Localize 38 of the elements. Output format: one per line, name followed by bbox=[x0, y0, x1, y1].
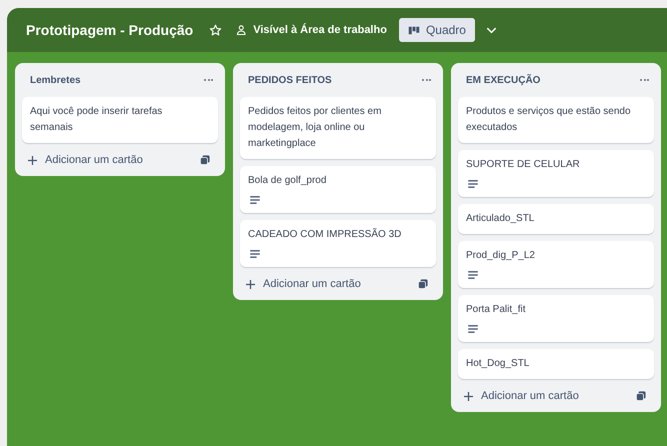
card[interactable]: Porta Palit_fit bbox=[458, 295, 654, 342]
card[interactable]: Aqui você pode inserir tarefas semanais bbox=[22, 97, 218, 143]
card-title: Porta Palit_fit bbox=[466, 303, 526, 317]
card[interactable]: Pedidos feitos por clientes em modelagem, loja online ou marketingplace bbox=[240, 97, 436, 159]
plus-icon bbox=[246, 280, 255, 288]
card[interactable]: SUPORTE DE CELULAR bbox=[458, 150, 654, 197]
card[interactable]: Hot_Dog_STL bbox=[458, 349, 654, 379]
card-title: Prod_dig_P_L2 bbox=[466, 249, 536, 263]
card-title: Aqui você pode inserir tarefas semanais bbox=[30, 105, 164, 135]
template-icon[interactable] bbox=[418, 279, 428, 289]
list-title[interactable]: PEDIDOS FEITOS bbox=[248, 74, 332, 86]
card-title: SUPORTE DE CELULAR bbox=[466, 158, 581, 172]
add-card-button[interactable]: Adicionar um cartão bbox=[464, 388, 579, 404]
list-title[interactable]: EM EXECUÇÃO bbox=[466, 74, 540, 86]
card-title: Hot_Dog_STL bbox=[466, 357, 530, 371]
board-view-button[interactable]: Quadro bbox=[398, 18, 475, 42]
card-title: Produtos e serviços que estão sendo executados bbox=[466, 105, 632, 135]
list-title[interactable]: Lembretes bbox=[30, 74, 81, 86]
template-icon[interactable] bbox=[200, 155, 210, 165]
visibility-button[interactable]: Visível à Área de trabalho bbox=[236, 24, 387, 36]
card[interactable]: Produtos e serviços que estão sendo executados bbox=[458, 97, 654, 143]
template-icon[interactable] bbox=[636, 391, 646, 401]
add-card-button[interactable]: Adicionar um cartão bbox=[28, 152, 143, 168]
card-title: Articulado_STL bbox=[466, 212, 536, 226]
card-title: CADEADO COM IMPRESSÃO 3D bbox=[248, 227, 402, 242]
card[interactable]: Prod_dig_P_L2 bbox=[458, 241, 654, 288]
card-title: Pedidos feitos por clientes em modelagem, loja online ou marketingplace bbox=[248, 105, 382, 151]
plus-icon bbox=[28, 156, 37, 164]
card[interactable]: CADEADO COM IMPRESSÃO 3D bbox=[240, 220, 436, 267]
plus-icon bbox=[464, 392, 473, 400]
card-title: Bola de golf_prod bbox=[248, 174, 328, 188]
card[interactable]: Bola de golf_prod bbox=[240, 166, 436, 213]
people-icon bbox=[236, 24, 248, 36]
star-icon[interactable] bbox=[209, 24, 222, 36]
board-icon bbox=[408, 26, 420, 34]
board-title[interactable]: Prototipagem - Produção bbox=[26, 22, 194, 38]
card[interactable]: Articulado_STL bbox=[458, 204, 654, 234]
add-card-button[interactable]: Adicionar um cartão bbox=[246, 276, 361, 292]
